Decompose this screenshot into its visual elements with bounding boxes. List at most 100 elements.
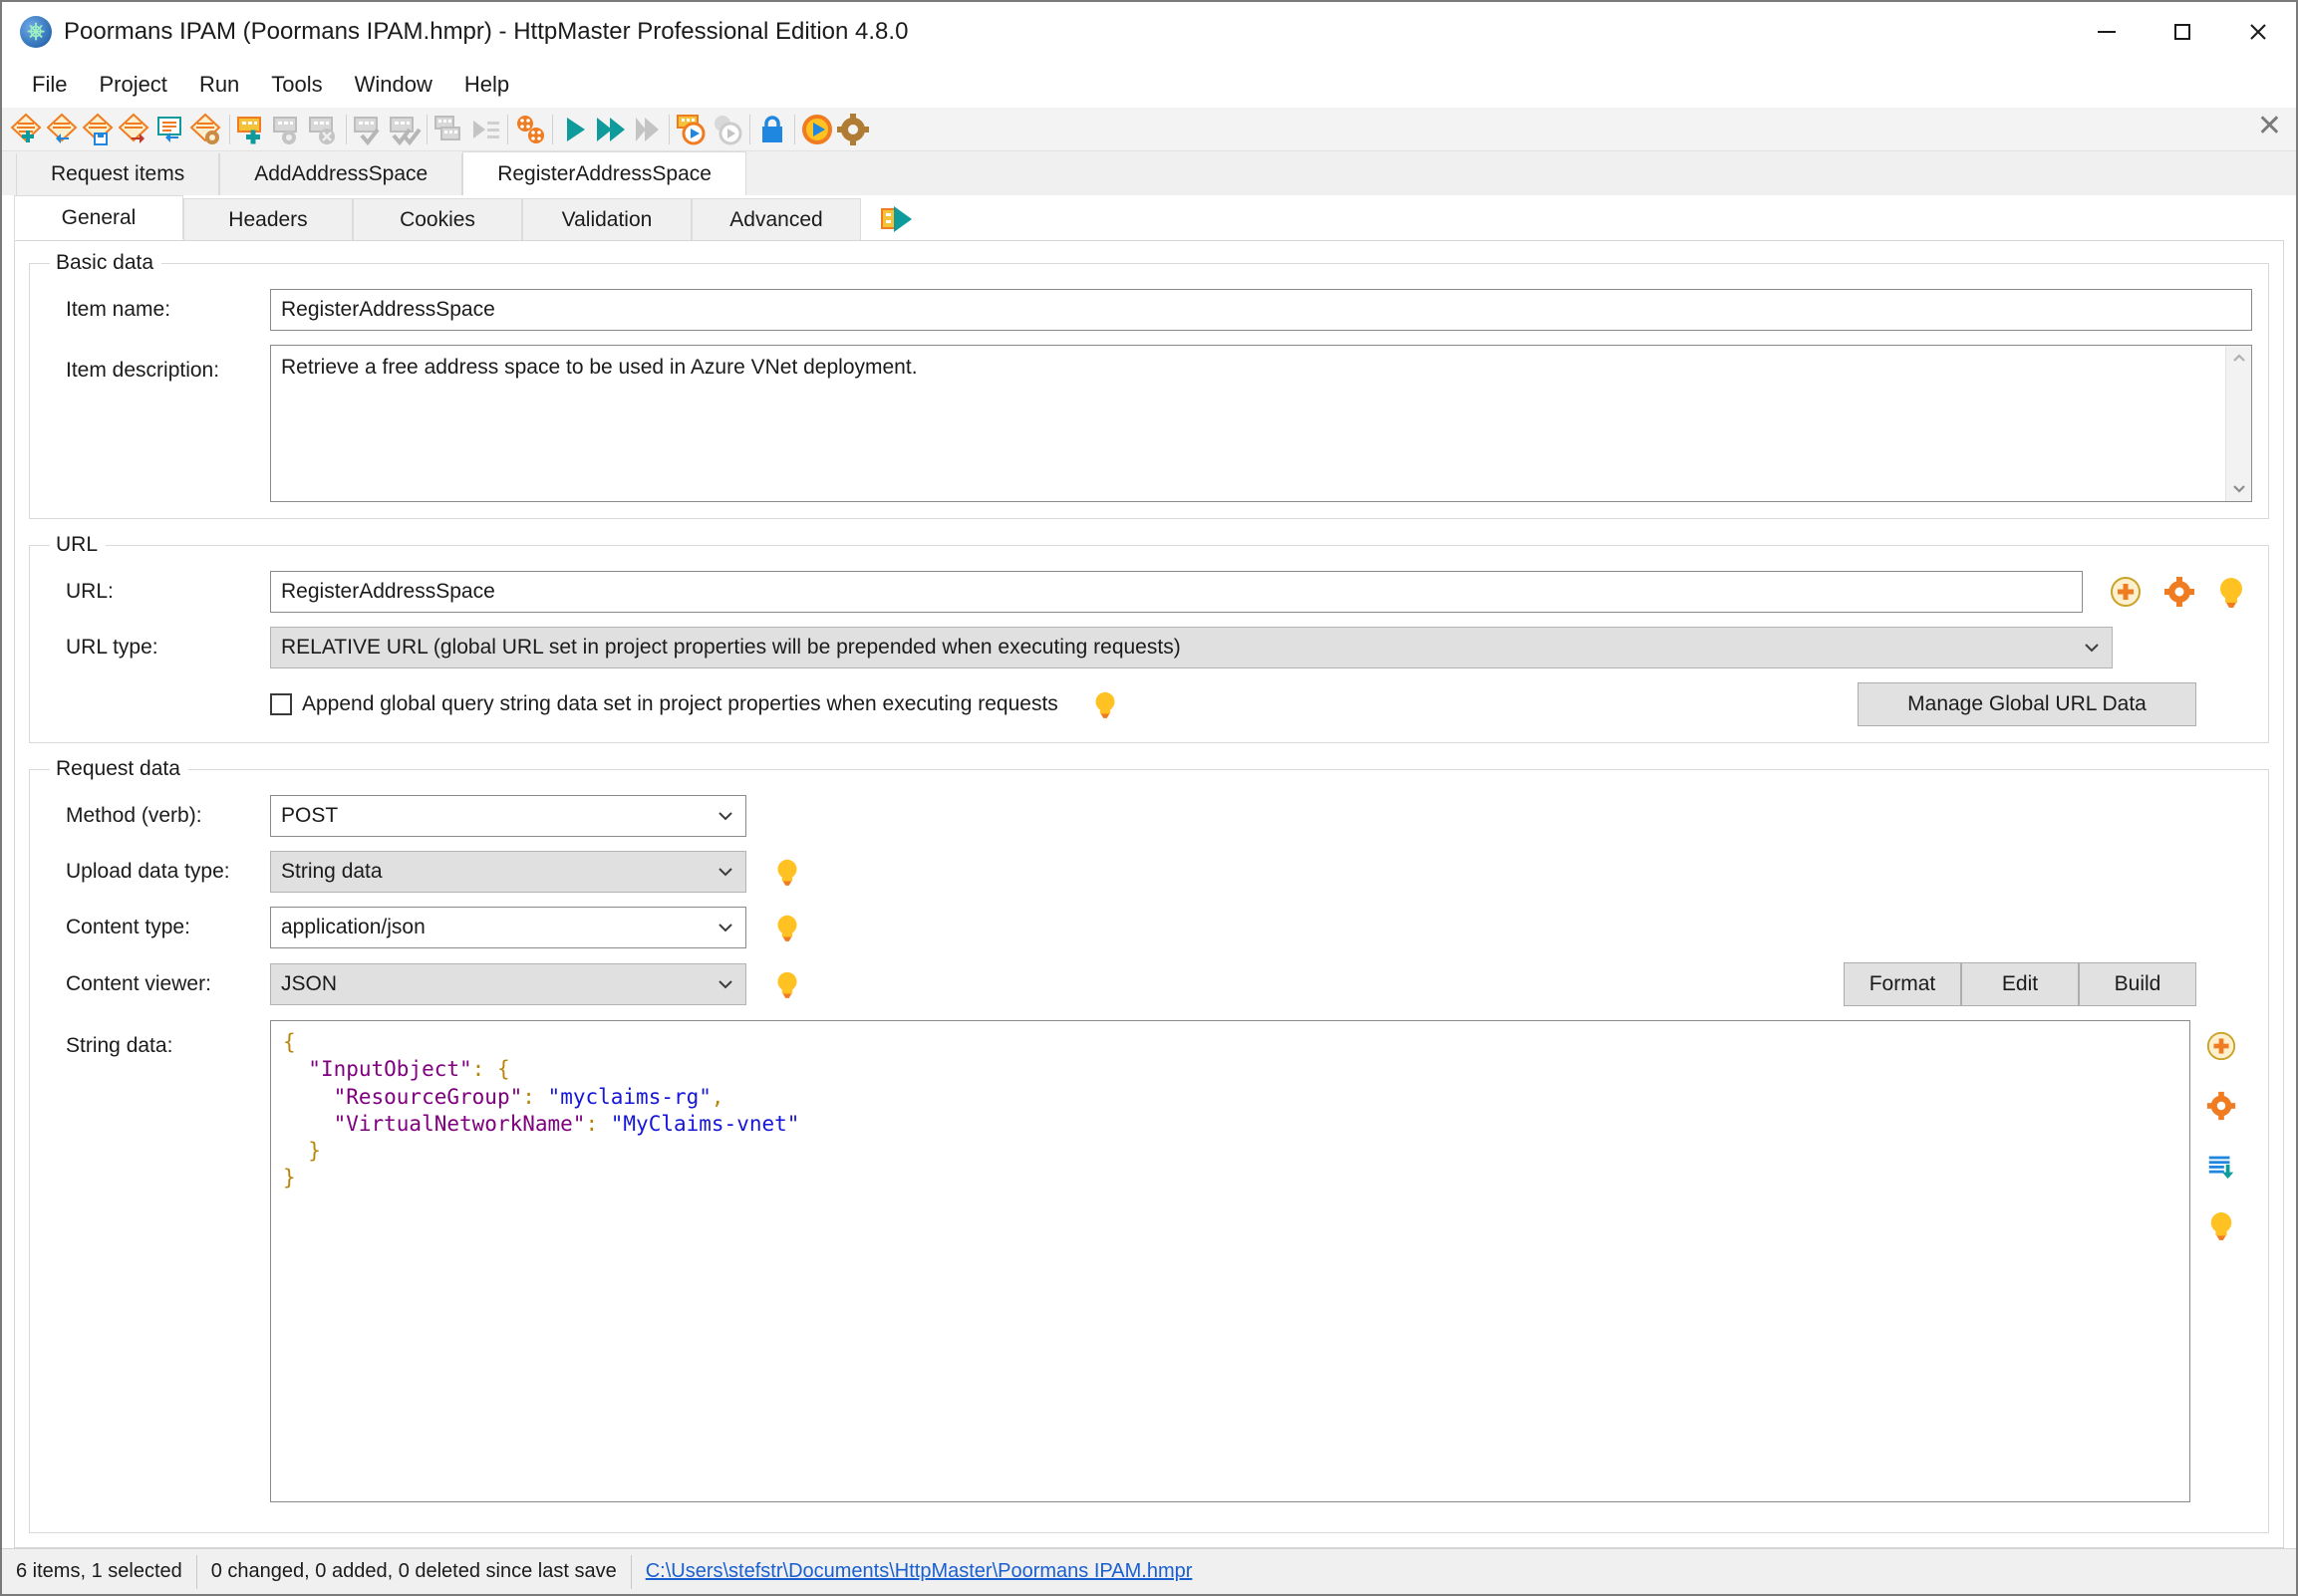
execute-item-disabled-icon[interactable] xyxy=(710,111,745,148)
status-file-path-link[interactable]: C:\Users\stefstr\Documents\HttpMaster\Po… xyxy=(646,1560,1193,1583)
menu-window[interactable]: Window xyxy=(339,68,448,102)
items-list-icon[interactable] xyxy=(467,111,503,148)
url-input[interactable] xyxy=(270,571,2083,613)
project-properties-icon[interactable] xyxy=(153,111,189,148)
main-toolbar: ✕ xyxy=(2,108,2296,151)
upload-data-type-select[interactable]: String data xyxy=(270,851,746,893)
maximize-button[interactable] xyxy=(2145,2,2220,62)
tab-headers[interactable]: Headers xyxy=(183,198,353,240)
append-global-query-checkbox[interactable] xyxy=(270,693,292,715)
content-viewer-label: Content viewer: xyxy=(46,972,270,996)
document-tab-bar: Request items AddAddressSpace RegisterAd… xyxy=(2,151,2296,195)
method-row: Method (verb): POST xyxy=(46,795,2252,837)
tab-request-items[interactable]: Request items xyxy=(16,153,219,195)
item-name-row: Item name: xyxy=(46,289,2252,331)
url-type-select[interactable]: RELATIVE URL (global URL set in project … xyxy=(270,627,2113,668)
string-data-label: String data: xyxy=(46,1020,270,1058)
tab-validation[interactable]: Validation xyxy=(522,198,692,240)
edit-request-item-icon[interactable] xyxy=(270,111,306,148)
status-bar: 6 items, 1 selected 0 changed, 0 added, … xyxy=(2,1548,2296,1594)
tab-cookies[interactable]: Cookies xyxy=(353,198,522,240)
dynamic-parameters-icon[interactable] xyxy=(512,111,548,148)
lightbulb-hint-icon[interactable] xyxy=(2207,1209,2235,1241)
menu-file[interactable]: File xyxy=(16,68,83,102)
duplicate-items-icon[interactable] xyxy=(431,111,467,148)
url-group: URL URL: xyxy=(29,533,2269,743)
scroll-up-icon xyxy=(2230,352,2248,366)
tab-general[interactable]: General xyxy=(14,195,183,240)
save-project-icon[interactable] xyxy=(82,111,118,148)
execute-icon[interactable] xyxy=(557,111,593,148)
minimize-button[interactable] xyxy=(2069,2,2145,62)
chevron-down-icon xyxy=(716,865,735,879)
toolbar-separator xyxy=(427,115,428,144)
lightbulb-hint-icon[interactable] xyxy=(2216,575,2246,609)
content-type-select[interactable]: application/json xyxy=(270,907,746,948)
content-viewer-select[interactable]: JSON xyxy=(270,963,746,1005)
item-description-label: Item description: xyxy=(46,345,270,383)
description-scrollbar[interactable] xyxy=(2225,346,2251,501)
tab-addaddressspace[interactable]: AddAddressSpace xyxy=(219,153,462,195)
format-button[interactable]: Format xyxy=(1844,962,1961,1006)
lightbulb-hint-icon[interactable] xyxy=(774,913,800,942)
lightbulb-hint-icon[interactable] xyxy=(774,969,800,999)
gear-icon[interactable] xyxy=(2205,1090,2237,1122)
check-all-items-icon[interactable] xyxy=(387,111,423,148)
status-changes: 0 changed, 0 added, 0 deleted since last… xyxy=(197,1555,632,1589)
add-circle-icon[interactable] xyxy=(2205,1030,2237,1062)
run-monitor-icon[interactable] xyxy=(799,111,835,148)
execute-selected-icon[interactable] xyxy=(629,111,665,148)
toolbar-close-icon[interactable]: ✕ xyxy=(2257,112,2282,141)
item-description-textarea[interactable]: Retrieve a free address space to be used… xyxy=(270,345,2252,502)
insert-text-icon[interactable] xyxy=(2205,1150,2237,1182)
gear-icon[interactable] xyxy=(2162,575,2196,609)
new-project-icon[interactable] xyxy=(10,111,46,148)
item-description-text: Retrieve a free address space to be used… xyxy=(271,346,2225,501)
request-data-legend: Request data xyxy=(50,757,188,781)
menu-project[interactable]: Project xyxy=(83,68,182,102)
toolbar-separator xyxy=(749,115,750,144)
request-tab-bar: General Headers Cookies Validation Advan… xyxy=(14,195,2284,241)
chevron-down-icon xyxy=(716,809,735,823)
window-title: Poormans IPAM (Poormans IPAM.hmpr) - Htt… xyxy=(64,18,908,46)
add-circle-icon[interactable] xyxy=(2109,575,2143,609)
content-viewer-value: JSON xyxy=(281,972,337,996)
url-row: URL: xyxy=(46,571,2252,613)
string-data-row: String data: { "InputObject": { "Resourc… xyxy=(46,1020,2252,1502)
item-name-label: Item name: xyxy=(46,298,270,322)
add-request-item-icon[interactable] xyxy=(234,111,270,148)
lightbulb-hint-icon[interactable] xyxy=(1092,689,1118,719)
build-button[interactable]: Build xyxy=(2079,962,2196,1006)
httpmaster-logo-icon: ⎈ xyxy=(20,16,52,48)
authentication-lock-icon[interactable] xyxy=(754,111,790,148)
tab-advanced[interactable]: Advanced xyxy=(692,198,861,240)
url-type-label: URL type: xyxy=(46,636,270,660)
method-select[interactable]: POST xyxy=(270,795,746,837)
project-settings-icon[interactable] xyxy=(189,111,225,148)
options-gear-icon[interactable] xyxy=(835,111,871,148)
toolbar-separator xyxy=(794,115,795,144)
manage-global-url-data-button[interactable]: Manage Global URL Data xyxy=(1858,682,2196,726)
execute-all-icon[interactable] xyxy=(593,111,629,148)
url-type-row: URL type: RELATIVE URL (global URL set i… xyxy=(46,627,2252,668)
open-project-icon[interactable] xyxy=(46,111,82,148)
toolbar-separator xyxy=(229,115,230,144)
tab-registeraddressspace[interactable]: RegisterAddressSpace xyxy=(462,151,746,195)
execute-item-icon[interactable] xyxy=(674,111,710,148)
menu-tools[interactable]: Tools xyxy=(255,68,338,102)
toolbar-separator xyxy=(552,115,553,144)
item-name-input[interactable] xyxy=(270,289,2252,331)
chevron-down-icon xyxy=(716,977,735,991)
execute-request-arrow-icon[interactable] xyxy=(881,204,917,234)
append-query-row: Append global query string data set in p… xyxy=(46,682,2252,726)
menu-help[interactable]: Help xyxy=(448,68,525,102)
close-project-icon[interactable] xyxy=(118,111,153,148)
close-button[interactable] xyxy=(2220,2,2296,62)
string-data-editor[interactable]: { "InputObject": { "ResourceGroup": "myc… xyxy=(270,1020,2190,1502)
item-description-row: Item description: Retrieve a free addres… xyxy=(46,345,2252,502)
check-request-item-icon[interactable] xyxy=(351,111,387,148)
lightbulb-hint-icon[interactable] xyxy=(774,857,800,887)
delete-request-item-icon[interactable] xyxy=(306,111,342,148)
menu-run[interactable]: Run xyxy=(183,68,255,102)
edit-button[interactable]: Edit xyxy=(1961,962,2079,1006)
